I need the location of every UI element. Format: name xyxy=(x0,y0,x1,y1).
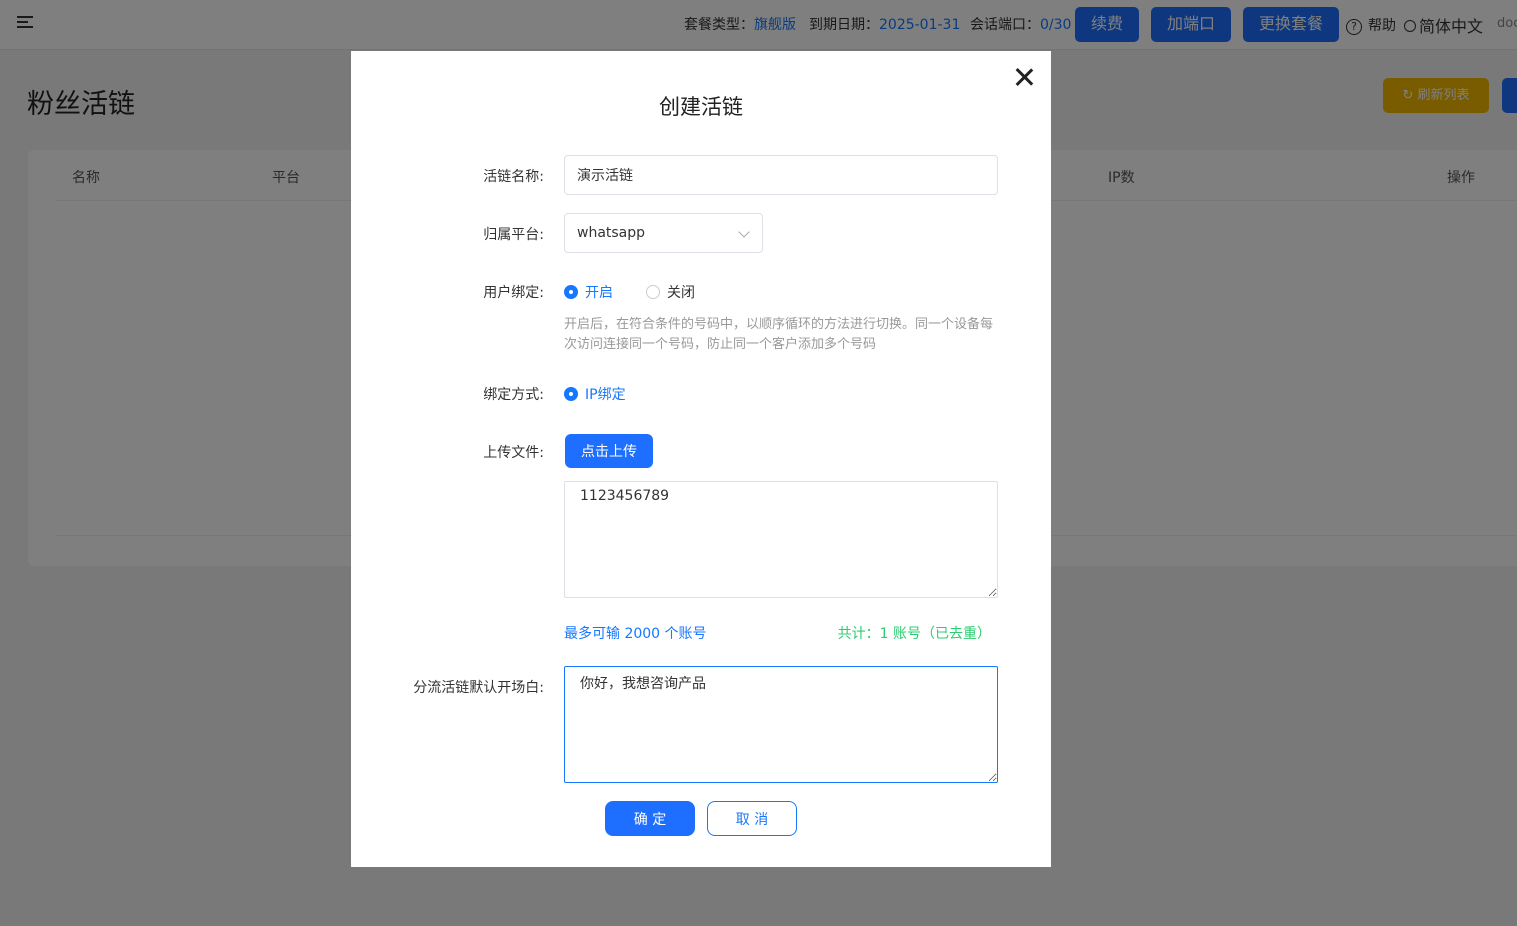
greeting-label: 分流活链默认开场白: xyxy=(413,680,544,696)
confirm-button[interactable]: 确 定 xyxy=(605,801,695,836)
radio-unchecked-icon xyxy=(646,285,660,299)
binding-off-label: 关闭 xyxy=(667,285,695,301)
bind-mode-label: 绑定方式: xyxy=(483,387,544,403)
platform-value: whatsapp xyxy=(577,225,646,241)
upload-file-label: 上传文件: xyxy=(483,445,544,461)
chevron-down-icon xyxy=(738,226,750,238)
greeting-textarea[interactable]: 你好，我想咨询产品 xyxy=(564,666,998,783)
binding-hint: 开启后，在符合条件的号码中，以顺序循环的方法进行切换。同一个设备每次访问连接同一… xyxy=(564,317,994,352)
radio-checked-icon xyxy=(564,285,578,299)
binding-off-radio[interactable]: 关闭 xyxy=(646,282,695,302)
link-name-label: 活链名称: xyxy=(483,169,544,185)
max-accounts-note: 最多可输 2000 个账号 xyxy=(564,626,707,642)
binding-on-radio[interactable]: 开启 xyxy=(564,282,613,302)
user-binding-label: 用户绑定: xyxy=(483,285,544,301)
platform-select[interactable]: whatsapp xyxy=(564,213,763,253)
cancel-button[interactable]: 取 消 xyxy=(707,801,797,836)
radio-checked-icon xyxy=(564,387,578,401)
numbers-textarea[interactable]: 1123456789 xyxy=(564,481,998,598)
account-count-note: 共计：1 账号（已去重） xyxy=(837,626,991,642)
create-link-dialog: 创建活链 活链名称: 归属平台: whatsapp 用户绑定: 开启 关闭 开启… xyxy=(351,51,1051,867)
ip-binding-label: IP绑定 xyxy=(585,387,626,403)
upload-button[interactable]: 点击上传 xyxy=(565,434,653,468)
close-icon[interactable] xyxy=(1013,66,1035,88)
platform-label: 归属平台: xyxy=(483,227,544,243)
binding-on-label: 开启 xyxy=(585,285,613,301)
dialog-title: 创建活链 xyxy=(659,95,743,119)
ip-binding-radio[interactable]: IP绑定 xyxy=(564,384,626,404)
link-name-input[interactable] xyxy=(564,155,998,195)
